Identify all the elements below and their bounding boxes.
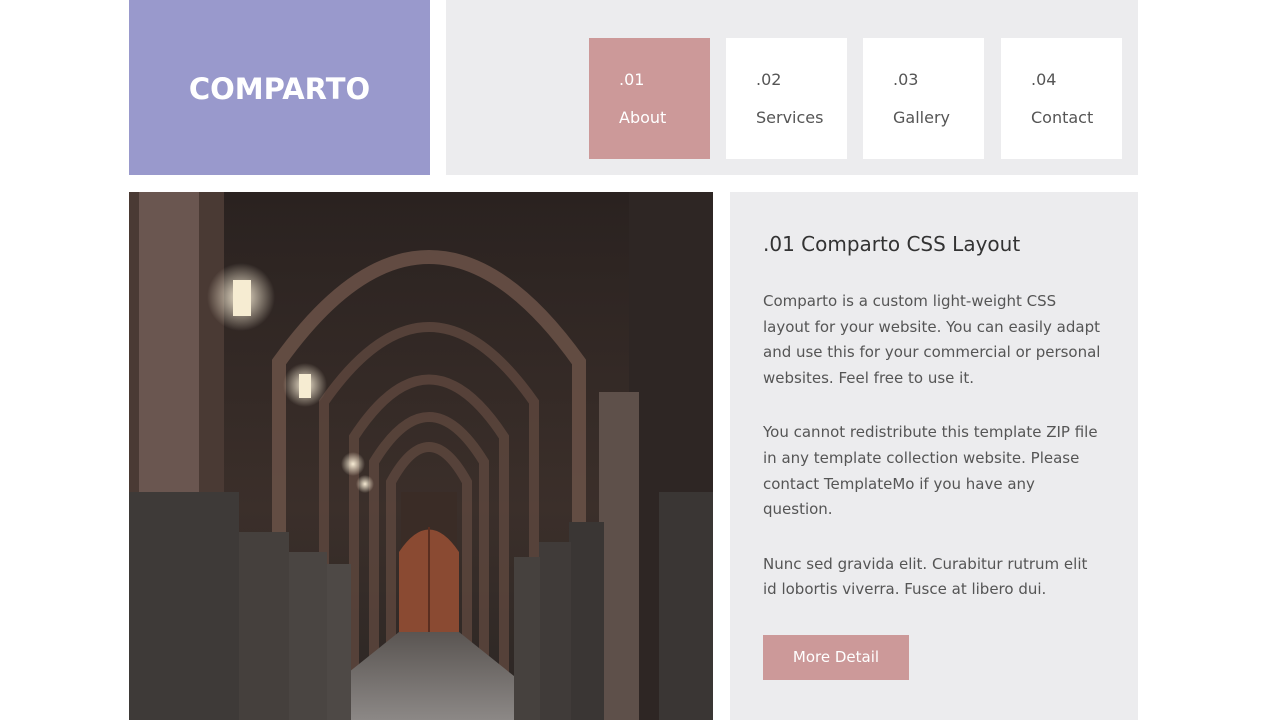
paragraph: Nunc sed gravida elit. Curabitur rutrum … — [763, 554, 1088, 599]
nav-item-label: About — [619, 108, 667, 127]
site-logo[interactable]: COMPARTO — [189, 72, 370, 106]
nav-item-label: Services — [756, 108, 824, 127]
nav-item-contact[interactable]: .04 Contact — [1001, 38, 1122, 159]
hero-image — [129, 192, 713, 720]
nav-item-number: .02 — [756, 70, 782, 89]
nav-item-gallery[interactable]: .03 Gallery — [863, 38, 984, 159]
nav-item-label: Gallery — [893, 108, 950, 127]
nav-item-label: Contact — [1031, 108, 1094, 127]
paragraph: Comparto is a custom light-weight CSS la… — [763, 292, 1101, 387]
nav-item-number: .03 — [893, 70, 919, 89]
nav-item-number: .04 — [1031, 70, 1057, 89]
nav-item-services[interactable]: .02 Services — [726, 38, 847, 159]
section-title: .01 Comparto CSS Layout — [763, 232, 1021, 256]
logo-panel[interactable]: COMPARTO — [129, 0, 430, 175]
content-panel: .01 Comparto CSS Layout Comparto is a cu… — [730, 192, 1138, 720]
more-detail-button[interactable]: More Detail — [763, 634, 909, 680]
nav-item-about[interactable]: .01 About — [589, 38, 710, 159]
paragraph: You cannot redistribute this template ZI… — [763, 423, 1098, 519]
main-nav: .01 About .02 Services .03 Gallery .04 C… — [446, 0, 1138, 175]
corridor-photo-icon — [129, 192, 713, 720]
page: COMPARTO .01 About .02 Services .03 Gall… — [0, 0, 1268, 720]
nav-item-number: .01 — [619, 70, 645, 89]
